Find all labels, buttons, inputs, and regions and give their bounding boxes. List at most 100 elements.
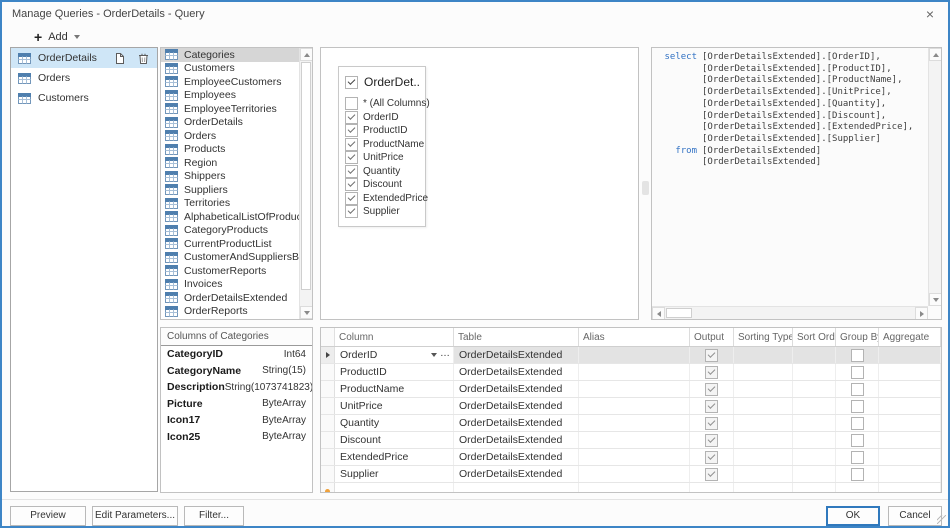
scroll-up-icon[interactable] [929,48,942,61]
cell-column[interactable]: OrderID… [335,347,454,363]
empty-cell[interactable] [879,483,941,493]
cell-column[interactable]: ExtendedPrice [335,449,454,465]
diagram-table-card[interactable]: OrderDet... * (All Columns)OrderIDProduc… [338,66,426,227]
grid-header-aggregate[interactable]: Aggregate [879,328,941,346]
cell-aggregate[interactable] [879,364,941,380]
output-checkbox[interactable] [705,366,718,379]
field-checkbox[interactable] [345,178,358,191]
cell-alias[interactable] [579,381,690,397]
scroll-up-icon[interactable] [300,48,313,61]
cell-sorting-type[interactable] [734,415,793,431]
table-list-item[interactable]: EmployeeTerritories [161,102,299,116]
table-list-item[interactable]: Products [161,143,299,157]
filter-button[interactable]: Filter... [184,506,244,526]
group-by-checkbox[interactable] [851,451,864,464]
table-list-item[interactable]: CustomerReports [161,264,299,278]
field-checkbox[interactable] [345,205,358,218]
table-list-item[interactable]: Employees [161,89,299,103]
cell-sort-order[interactable] [793,364,836,380]
field-checkbox[interactable] [345,124,358,137]
output-checkbox[interactable] [705,417,718,430]
cell-table[interactable]: OrderDetailsExtended [454,398,579,414]
cell-sorting-type[interactable] [734,381,793,397]
cell-aggregate[interactable] [879,432,941,448]
cell-sorting-type[interactable] [734,347,793,363]
query-list-item[interactable]: Customers [11,88,157,108]
group-by-checkbox[interactable] [851,366,864,379]
table-list-item[interactable]: Territories [161,197,299,211]
empty-cell[interactable] [335,483,454,493]
scroll-right-icon[interactable] [915,307,928,320]
cell-aggregate[interactable] [879,347,941,363]
sql-vertical-scrollbar[interactable] [928,48,941,306]
table-list-item[interactable]: CustomerAndSuppliersByCity [161,251,299,265]
close-icon[interactable]: × [920,5,940,23]
group-by-checkbox[interactable] [851,434,864,447]
group-by-checkbox[interactable] [851,349,864,362]
query-diagram-canvas[interactable]: OrderDet... * (All Columns)OrderIDProduc… [320,47,639,320]
grid-header-sort-order[interactable]: Sort Order [793,328,836,346]
group-by-checkbox[interactable] [851,383,864,396]
field-checkbox[interactable] [345,165,358,178]
cell-aggregate[interactable] [879,449,941,465]
diagram-field-item[interactable]: OrderID [339,111,425,125]
sql-horizontal-scrollbar[interactable] [652,306,928,319]
field-checkbox[interactable] [345,111,358,124]
scrollbar-thumb[interactable] [666,308,692,318]
diagram-field-item[interactable]: ProductName [339,138,425,152]
preview-results-button[interactable]: Preview Results... [10,506,86,526]
table-list-item[interactable]: CurrentProductList [161,237,299,251]
grid-header-output[interactable]: Output [690,328,734,346]
cell-table[interactable]: OrderDetailsExtended [454,415,579,431]
output-checkbox[interactable] [705,383,718,396]
cell-sorting-type[interactable] [734,364,793,380]
diagram-field-item[interactable]: Discount [339,178,425,192]
add-query-button[interactable]: + Add [34,28,80,46]
cell-table[interactable]: OrderDetailsExtended [454,381,579,397]
scroll-down-icon[interactable] [300,306,313,319]
table-list-item[interactable]: CategoryProducts [161,224,299,238]
output-checkbox[interactable] [705,400,718,413]
grid-new-row[interactable] [321,483,941,493]
group-by-checkbox[interactable] [851,417,864,430]
table-list-item[interactable]: OrderReports [161,305,299,319]
group-by-checkbox[interactable] [851,400,864,413]
table-list-item[interactable]: Categories [161,48,299,62]
cell-alias[interactable] [579,415,690,431]
cell-alias[interactable] [579,347,690,363]
grid-header-table[interactable]: Table [454,328,579,346]
cell-table[interactable]: OrderDetailsExtended [454,466,579,482]
empty-cell[interactable] [734,483,793,493]
sql-text[interactable]: select[OrderDetailsExtended].[OrderID],[… [657,52,925,303]
grid-header-alias[interactable]: Alias [579,328,690,346]
empty-cell[interactable] [836,483,879,493]
empty-cell[interactable] [690,483,734,493]
grid-header-sorting-type[interactable]: Sorting Type [734,328,793,346]
diagram-field-item[interactable]: ExtendedPrice [339,192,425,206]
scroll-down-icon[interactable] [929,293,942,306]
cell-sort-order[interactable] [793,415,836,431]
cell-table[interactable]: OrderDetailsExtended [454,364,579,380]
cell-column[interactable]: ProductID [335,364,454,380]
cell-table[interactable]: OrderDetailsExtended [454,432,579,448]
empty-cell[interactable] [579,483,690,493]
diagram-field-item[interactable]: * (All Columns) [339,97,425,111]
cell-alias[interactable] [579,466,690,482]
grid-header-column[interactable]: Column [335,328,454,346]
diagram-field-item[interactable]: UnitPrice [339,151,425,165]
resize-grip[interactable] [937,515,946,524]
table-list-item[interactable]: Customers [161,62,299,76]
edit-parameters-button[interactable]: Edit Parameters... [92,506,178,526]
table-list-item[interactable]: Invoices [161,278,299,292]
field-checkbox[interactable] [345,192,358,205]
table-list-item[interactable]: AlphabeticalListOfProducts [161,210,299,224]
cell-alias[interactable] [579,432,690,448]
empty-cell[interactable] [454,483,579,493]
cancel-button[interactable]: Cancel [888,506,942,526]
empty-cell[interactable] [793,483,836,493]
table-list-item[interactable]: OrderDetails [161,116,299,130]
diagram-field-item[interactable]: ProductID [339,124,425,138]
cell-sort-order[interactable] [793,398,836,414]
table-list-item[interactable]: Suppliers [161,183,299,197]
diagram-field-item[interactable]: Quantity [339,165,425,179]
